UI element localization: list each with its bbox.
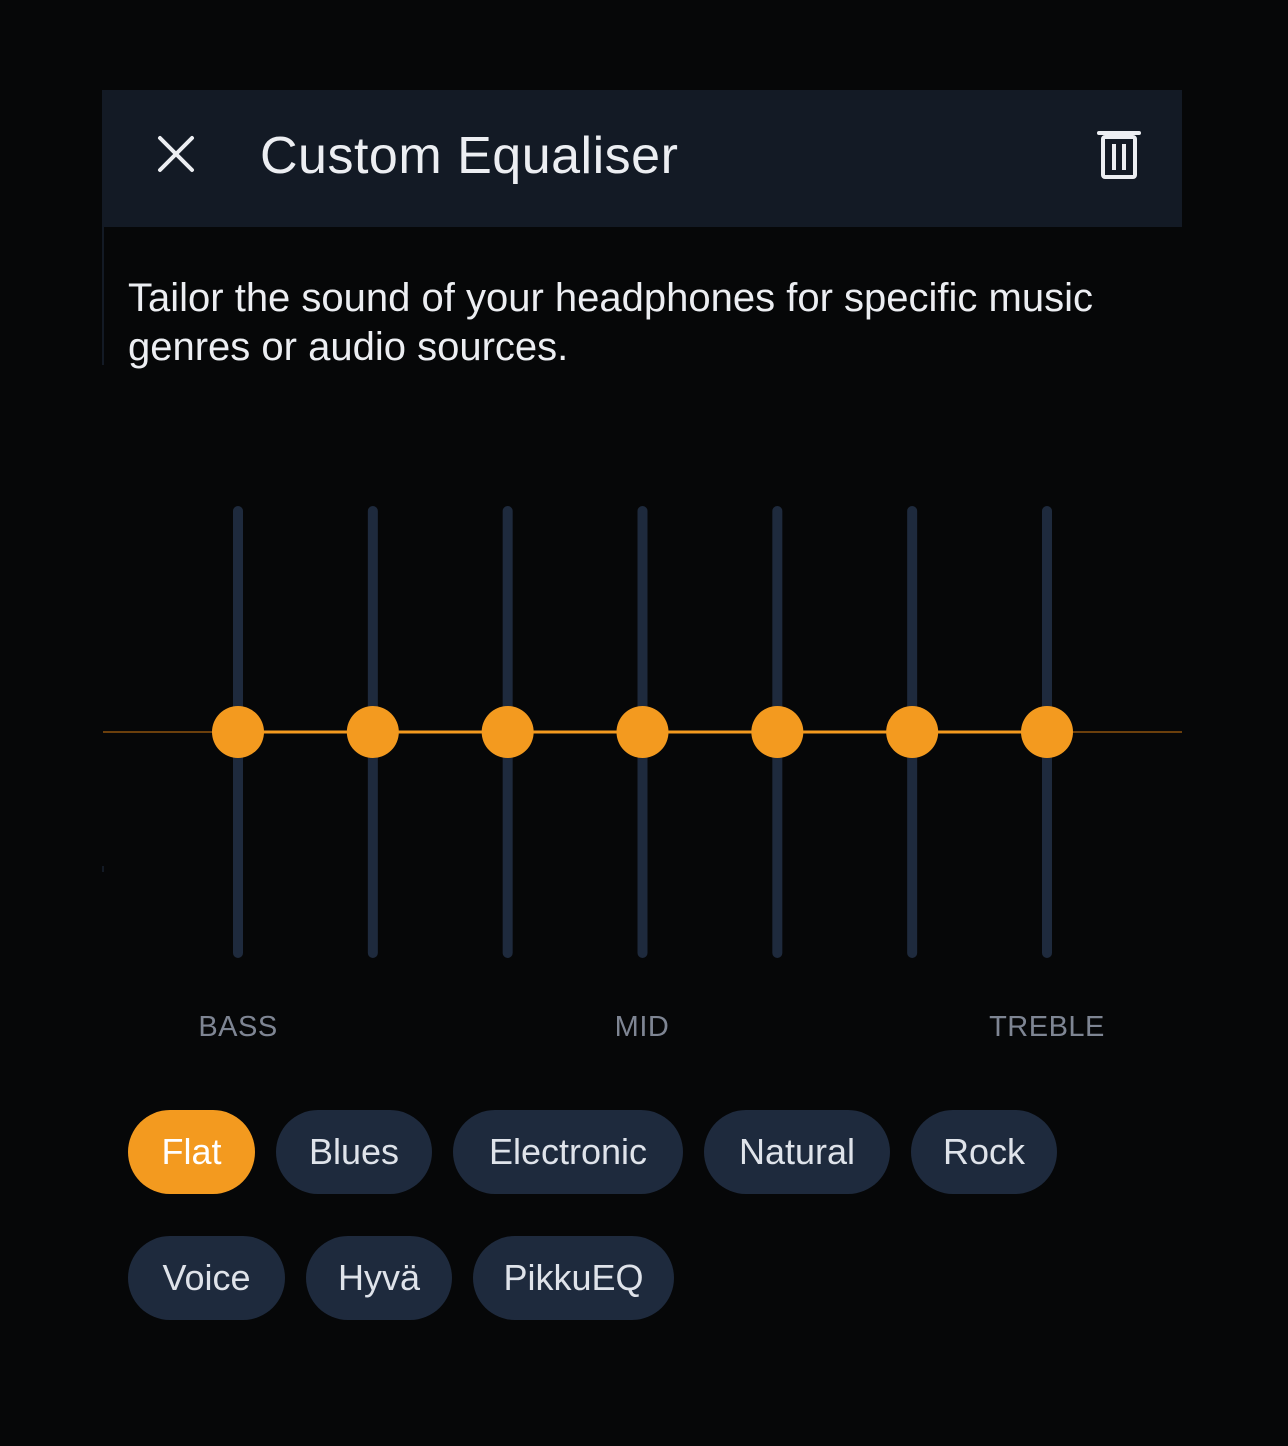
equaliser-screen: Custom Equaliser Tailor the sound of you… xyxy=(0,0,1288,1446)
eq-knob-5[interactable] xyxy=(751,706,804,758)
delete-button[interactable] xyxy=(1090,124,1148,184)
trash-icon xyxy=(1097,131,1141,179)
eq-knob-7[interactable] xyxy=(1021,706,1073,758)
eq-knob-4[interactable] xyxy=(616,706,669,758)
close-button[interactable] xyxy=(148,126,204,182)
preset-chip-natural[interactable]: Natural xyxy=(704,1110,890,1194)
panel-edge-mark xyxy=(102,866,104,872)
preset-chip-electronic[interactable]: Electronic xyxy=(453,1110,683,1194)
page-title: Custom Equaliser xyxy=(260,127,679,185)
eq-knob-1[interactable] xyxy=(212,706,264,758)
band-label-bass: BASS xyxy=(198,1011,278,1043)
eq-knob-3[interactable] xyxy=(481,706,534,758)
preset-chip-pikkueq[interactable]: PikkuEQ xyxy=(473,1236,674,1320)
preset-chip-blues[interactable]: Blues xyxy=(276,1110,432,1194)
panel-edge xyxy=(102,227,104,365)
band-label-treble: TREBLE xyxy=(989,1011,1105,1043)
preset-chip-flat[interactable]: Flat xyxy=(128,1110,255,1194)
preset-chip-hyva[interactable]: Hyvä xyxy=(306,1236,452,1320)
close-icon xyxy=(158,136,194,172)
band-label-mid: MID xyxy=(614,1011,670,1043)
eq-knob-2[interactable] xyxy=(346,706,399,758)
eq-knob-6[interactable] xyxy=(886,706,939,758)
description-text: Tailor the sound of your headphones for … xyxy=(128,276,1093,369)
preset-chip-rock[interactable]: Rock xyxy=(911,1110,1057,1194)
preset-chip-voice[interactable]: Voice xyxy=(128,1236,285,1320)
